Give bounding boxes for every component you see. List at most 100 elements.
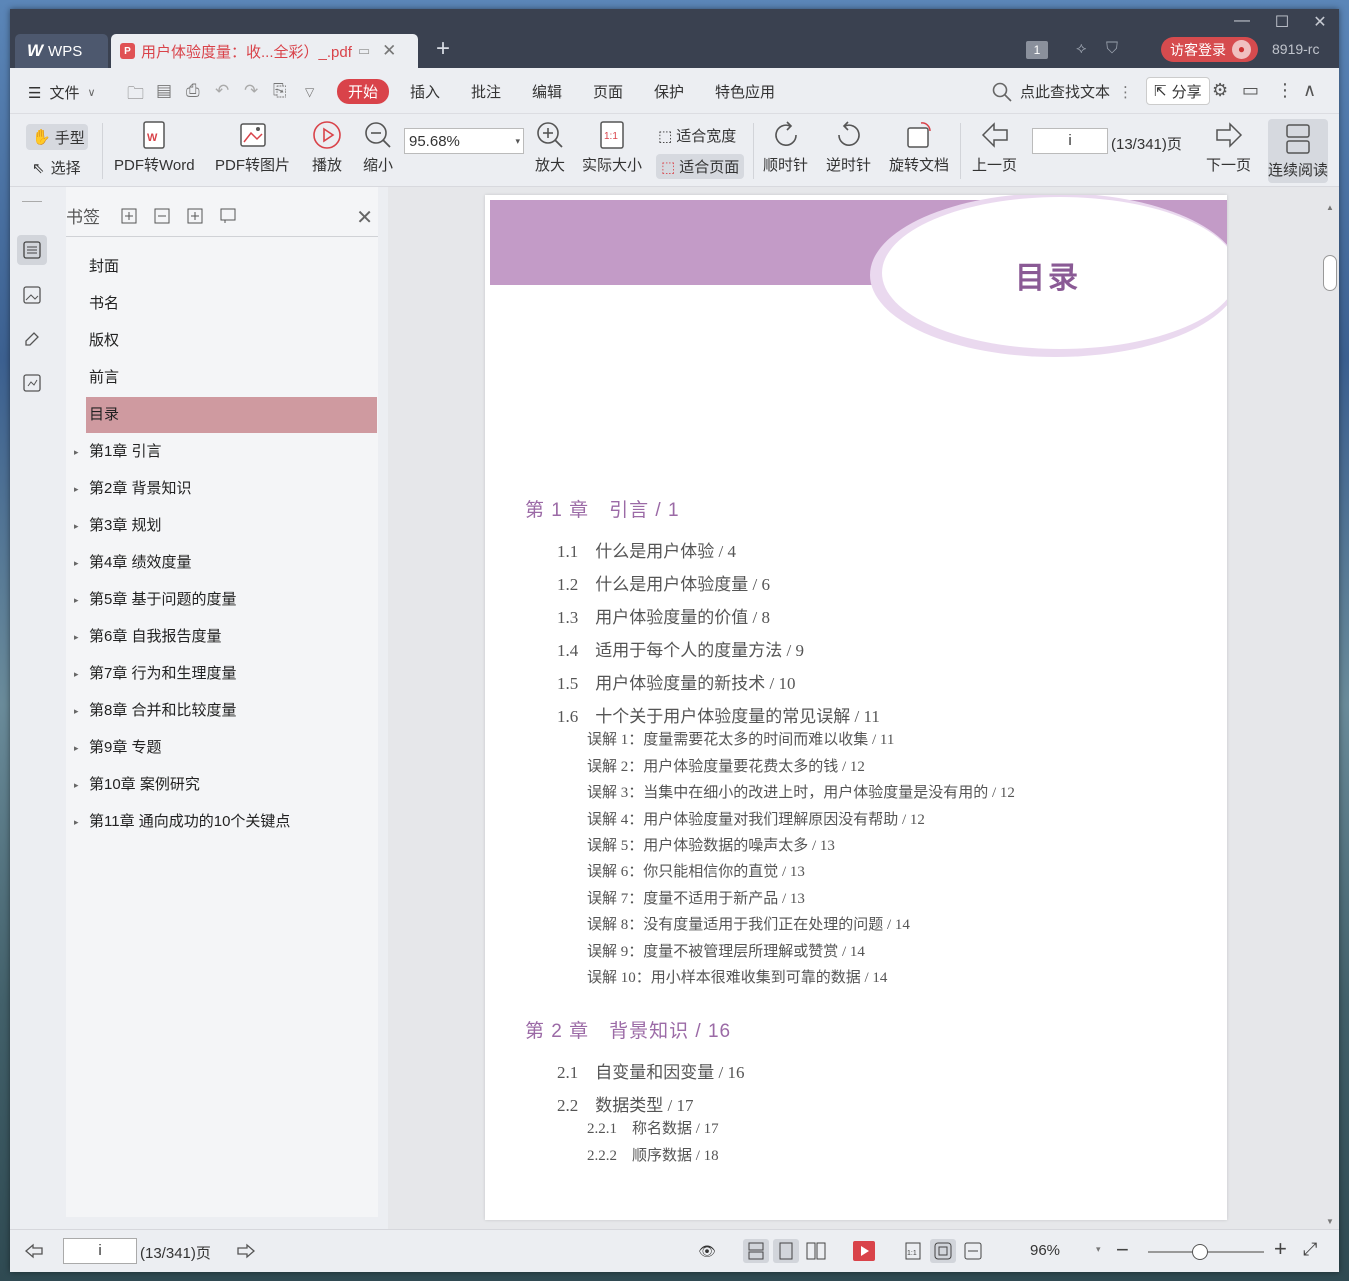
expand-caret-icon[interactable]: ▸ <box>74 471 79 507</box>
close-tab-icon[interactable]: ✕ <box>382 41 396 61</box>
zoom-slider-thumb[interactable] <box>1192 1244 1208 1260</box>
page-number-input[interactable]: i <box>1032 128 1108 154</box>
export-icon[interactable]: ⎘ <box>273 81 287 101</box>
add-bookmark-icon[interactable] <box>182 203 207 228</box>
feather-icon[interactable]: ⟡ <box>1076 40 1087 58</box>
actual-size-button[interactable]: 1:1 实际大小 <box>582 119 642 175</box>
rotate-counterclockwise-button[interactable]: 逆时针 <box>826 119 871 175</box>
fit-width-button[interactable]: ⬚ 适合宽度 <box>658 125 736 146</box>
scroll-down-icon[interactable]: ▼ <box>1326 1217 1334 1226</box>
scroll-up-icon[interactable]: ▲ <box>1326 203 1334 212</box>
wps-home-tab[interactable]: W WPS <box>15 34 108 68</box>
slideshow-play-icon[interactable] <box>851 1239 877 1263</box>
minimize-button[interactable]: — <box>1227 12 1257 30</box>
status-next-page-icon[interactable] <box>233 1239 259 1263</box>
bookmark-item[interactable]: 前言 <box>86 360 377 396</box>
expand-all-icon[interactable] <box>116 203 141 228</box>
close-window-button[interactable]: ✕ <box>1305 12 1335 32</box>
single-page-continuous-icon[interactable] <box>743 1239 769 1263</box>
save-icon[interactable]: ▤ <box>156 81 172 101</box>
hand-tool-button[interactable]: ✋ 手型 <box>26 124 88 150</box>
expand-caret-icon[interactable]: ▸ <box>74 582 79 618</box>
play-button[interactable]: 播放 <box>311 119 343 175</box>
next-page-button[interactable]: 下一页 <box>1206 119 1251 175</box>
tab-edit[interactable]: 编辑 <box>532 81 562 102</box>
expand-caret-icon[interactable]: ▸ <box>74 656 79 692</box>
thumbnail-panel-icon[interactable] <box>17 280 47 310</box>
expand-caret-icon[interactable]: ▸ <box>74 619 79 655</box>
bookmark-panel-icon[interactable] <box>17 235 47 265</box>
bookmark-item[interactable]: ▸ 第6章 自我报告度量 <box>74 619 377 655</box>
share-button[interactable]: ⇱ 分享 <box>1146 77 1210 105</box>
status-fit-page-icon[interactable] <box>930 1239 956 1263</box>
bookmark-item[interactable]: ▸ 第7章 行为和生理度量 <box>74 656 377 692</box>
bookmark-item[interactable]: ▸ 第1章 引言 <box>74 434 377 470</box>
bookmark-item[interactable]: 目录 <box>86 397 377 433</box>
redo-icon[interactable]: ↷ <box>244 81 258 101</box>
expand-caret-icon[interactable]: ▸ <box>74 508 79 544</box>
tab-protect[interactable]: 保护 <box>654 81 684 102</box>
zoom-percent-input[interactable]: 95.68% ▾ <box>404 128 524 154</box>
status-zoom-value[interactable]: 96% <box>1030 1242 1060 1259</box>
status-zoom-out-icon[interactable]: − <box>1116 1237 1129 1263</box>
settings-gear-icon[interactable]: ⚙ <box>1212 80 1228 101</box>
bookmark-item[interactable]: ▸ 第3章 规划 <box>74 508 377 544</box>
scroll-thumb[interactable] <box>1323 255 1337 291</box>
tab-insert[interactable]: 插入 <box>410 81 440 102</box>
tab-special-apps[interactable]: 特色应用 <box>715 81 775 102</box>
zoom-out-button[interactable]: 缩小 <box>362 119 394 175</box>
open-folder-icon[interactable]: 🗀 <box>127 81 144 110</box>
guest-login-button[interactable]: 访客登录 ● <box>1161 37 1258 62</box>
bookmark-item[interactable]: ▸ 第9章 专题 <box>74 730 377 766</box>
pdf-to-image-button[interactable]: PDF转图片 <box>215 119 290 175</box>
more-dropdown-icon[interactable]: ▽ <box>305 85 314 99</box>
document-tab[interactable]: P 用户体验度量：收...全彩）_.pdf ▭ ✕ <box>111 34 418 68</box>
undo-icon[interactable]: ↶ <box>215 81 229 101</box>
comment-icon[interactable]: ▭ <box>1242 80 1259 101</box>
bookmark-item[interactable]: 版权 <box>86 323 377 359</box>
expand-caret-icon[interactable]: ▸ <box>74 693 79 729</box>
rotate-document-button[interactable]: 旋转文档 <box>889 119 949 175</box>
attachment-panel-icon[interactable] <box>17 368 47 398</box>
skin-shirt-icon[interactable]: ⛉ <box>1106 40 1118 58</box>
annotation-panel-icon[interactable] <box>17 324 47 354</box>
monitor-icon[interactable]: ▭ <box>358 43 370 59</box>
more-vertical-icon[interactable]: ⋮ <box>1118 83 1133 101</box>
expand-caret-icon[interactable]: ▸ <box>74 545 79 581</box>
bookmark-item[interactable]: ▸ 第8章 合并和比较度量 <box>74 693 377 729</box>
bookmark-item[interactable]: ▸ 第5章 基于问题的度量 <box>74 582 377 618</box>
new-tab-button[interactable]: + <box>436 37 450 61</box>
pdf-to-word-button[interactable]: W PDF转Word <box>114 119 195 175</box>
bookmark-item[interactable]: ▸ 第11章 通向成功的10个关键点 <box>74 804 377 840</box>
previous-page-button[interactable]: 上一页 <box>972 119 1017 175</box>
single-page-icon[interactable] <box>773 1239 799 1263</box>
status-fit-width-icon[interactable] <box>960 1239 986 1263</box>
select-tool-button[interactable]: ⇖ 选择 <box>32 157 81 178</box>
zoom-in-button[interactable]: 放大 <box>534 119 566 175</box>
status-actual-size-icon[interactable]: 1:1 <box>900 1239 926 1263</box>
tab-page[interactable]: 页面 <box>593 81 623 102</box>
bookmark-item[interactable]: ▸ 第2章 背景知识 <box>74 471 377 507</box>
eye-protection-icon[interactable]: 👁 <box>694 1239 720 1263</box>
status-page-input[interactable]: i <box>63 1238 137 1264</box>
bookmark-item[interactable]: 封面 <box>86 249 377 285</box>
rotate-clockwise-button[interactable]: 顺时针 <box>763 119 808 175</box>
tab-start[interactable]: 开始 <box>337 79 390 104</box>
more-options-icon[interactable]: ⋮ <box>1276 80 1294 101</box>
find-text-button[interactable]: 点此查找文本 ⋮ <box>992 81 1133 102</box>
status-prev-page-icon[interactable] <box>21 1239 47 1263</box>
bookmark-item[interactable]: ▸ 第10章 案例研究 <box>74 767 377 803</box>
zoom-dropdown-icon[interactable]: ▾ <box>515 136 520 147</box>
fit-page-button[interactable]: ⬚ 适合页面 <box>656 154 745 179</box>
document-view[interactable]: 目录 第 1 章 引言 / 1 1.1 什么是用户体验 / 4 1.2 什么是用户体… <box>388 187 1339 1229</box>
collapse-ribbon-icon[interactable]: ∧ <box>1303 80 1316 101</box>
continuous-reading-button[interactable]: 连续阅读 <box>1268 119 1328 183</box>
tab-annotate[interactable]: 批注 <box>471 81 501 102</box>
bookmark-item[interactable]: ▸ 第4章 绩效度量 <box>74 545 377 581</box>
maximize-button[interactable]: ☐ <box>1267 12 1297 32</box>
expand-caret-icon[interactable]: ▸ <box>74 804 79 840</box>
collapse-all-icon[interactable] <box>149 203 174 228</box>
expand-caret-icon[interactable]: ▸ <box>74 434 79 470</box>
status-zoom-in-icon[interactable]: + <box>1274 1236 1287 1262</box>
two-page-icon[interactable] <box>803 1239 829 1263</box>
